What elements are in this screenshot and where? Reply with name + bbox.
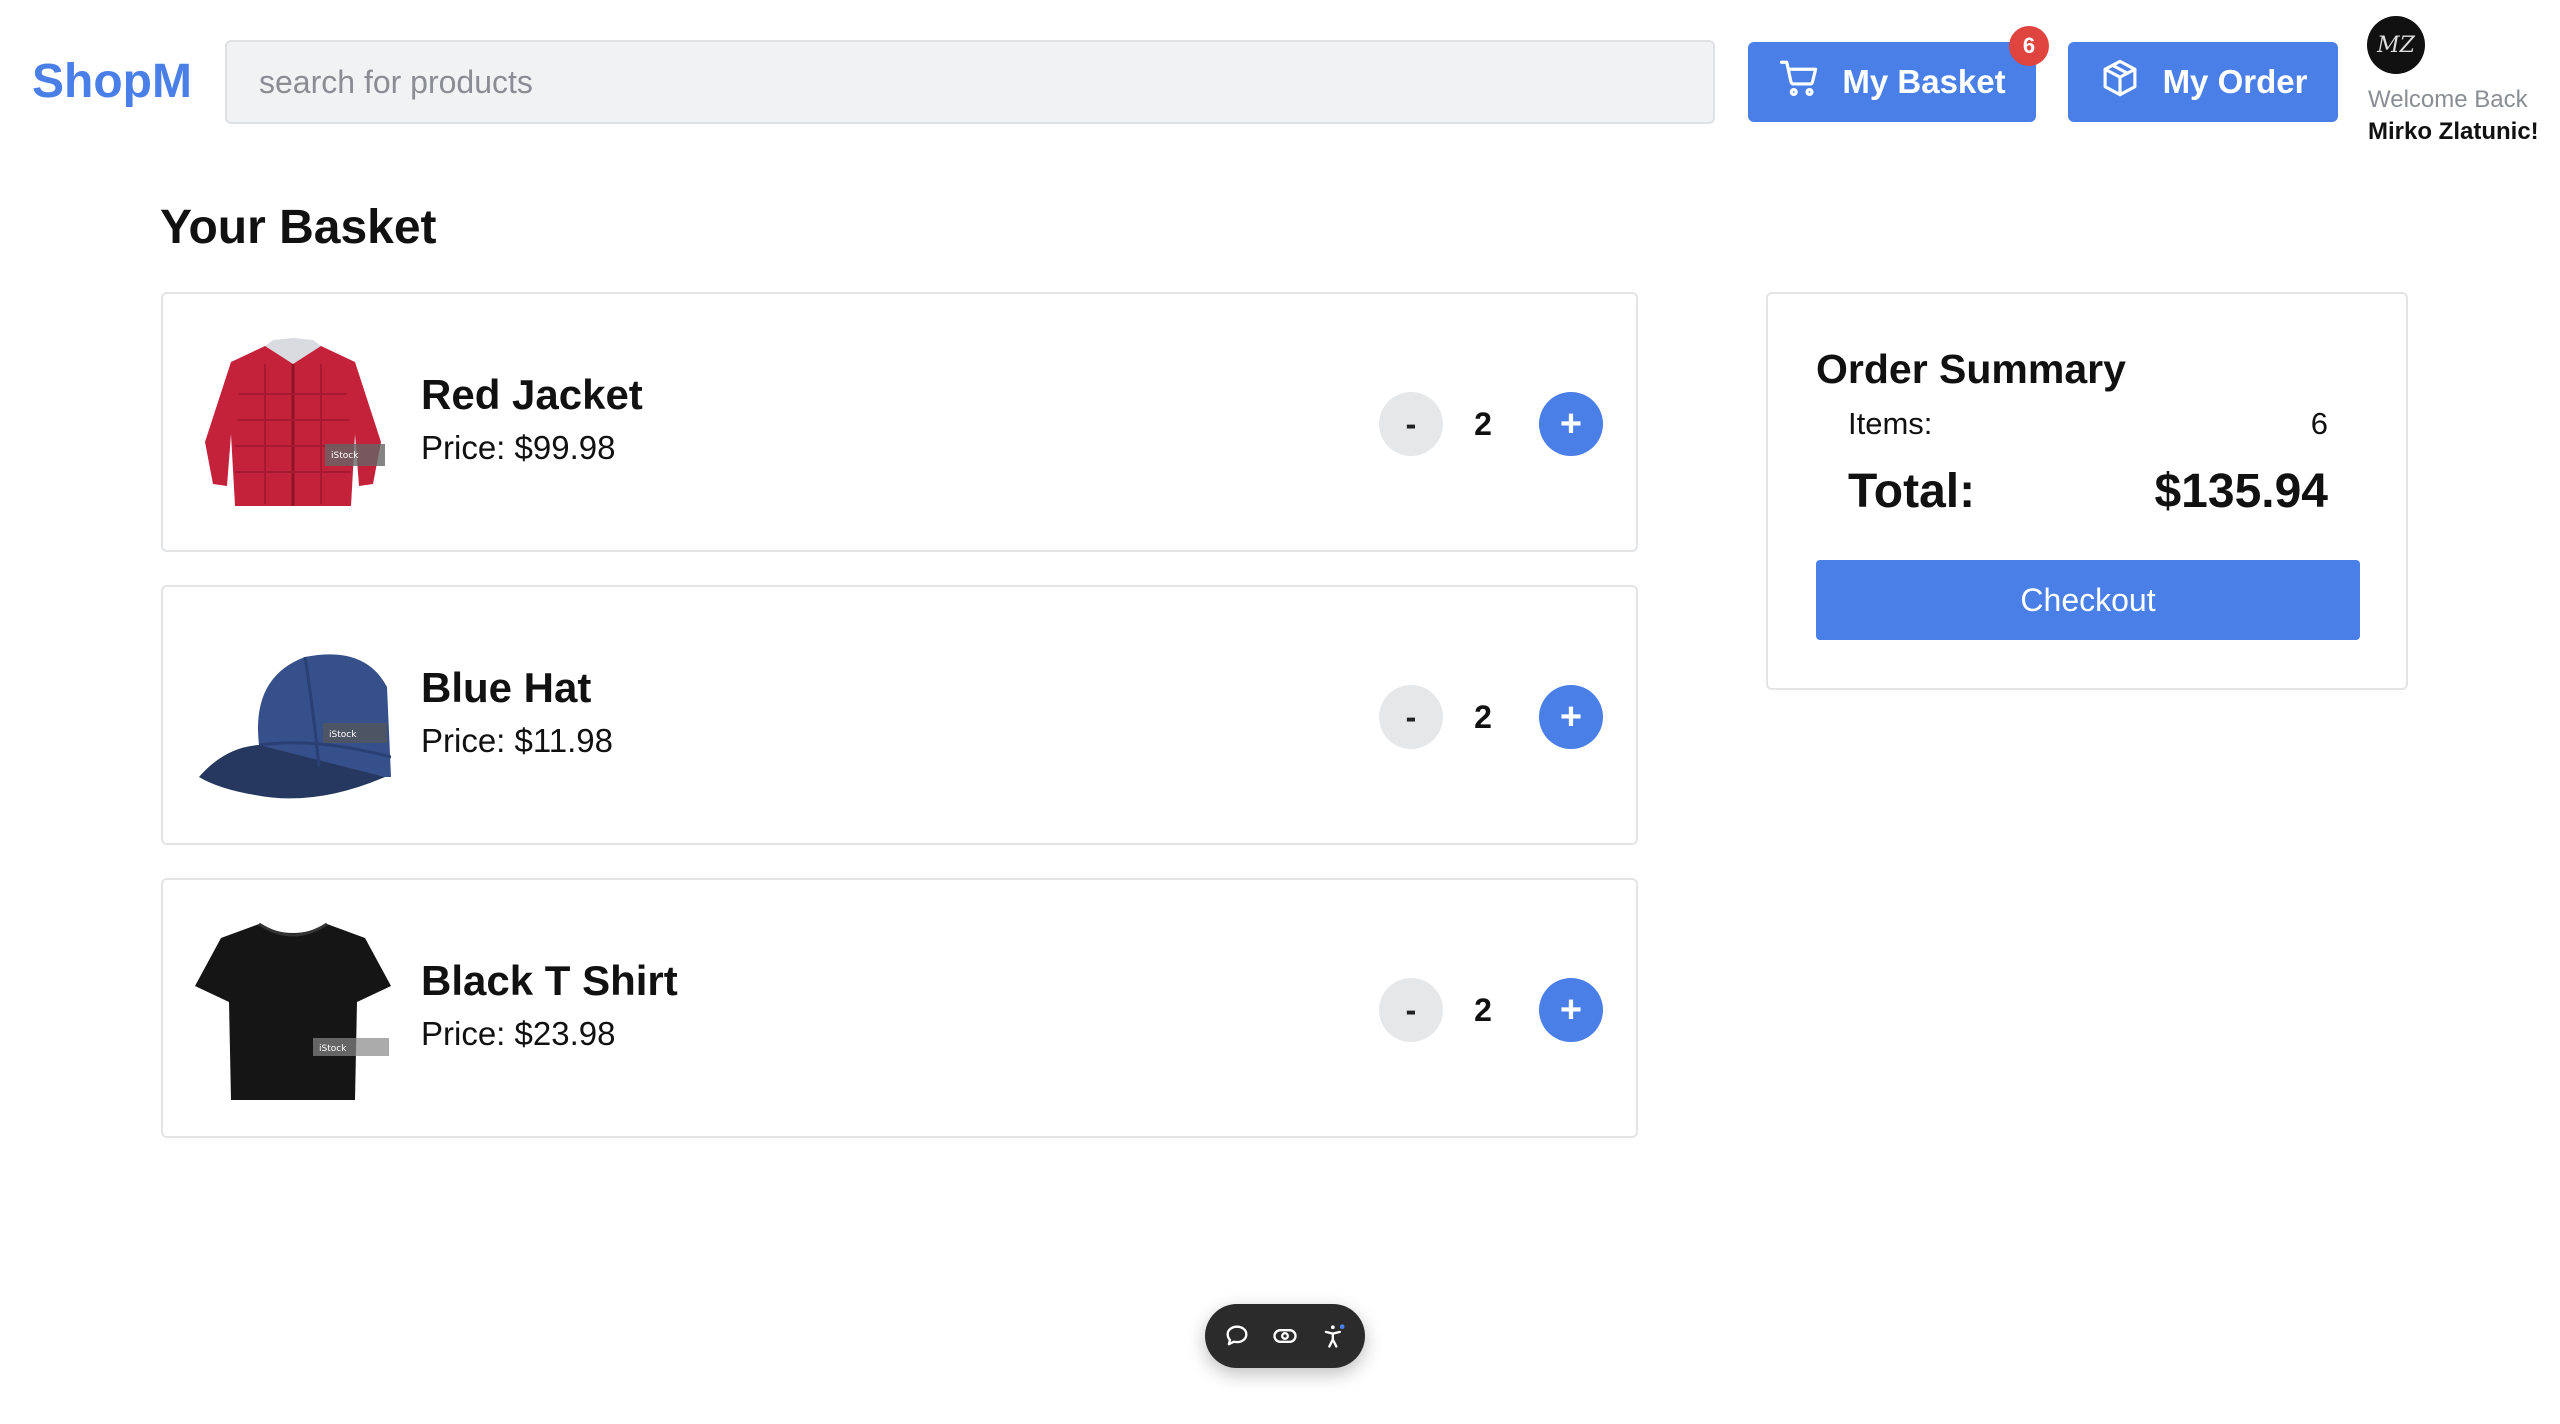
item-price: Price: $11.98 [421,722,614,759]
decrease-quantity-button[interactable]: - [1379,392,1443,456]
increase-quantity-button[interactable]: + [1539,978,1603,1042]
item-name: Red Jacket [421,371,643,418]
item-quantity: 2 [1474,992,1492,1028]
order-summary: Order Summary Items: 6 Total: $135.94 Ch… [1766,292,2408,690]
checkout-button[interactable]: Checkout [1816,560,2360,640]
page-title: Your Basket [160,201,437,254]
item-name: Black T Shirt [421,957,678,1004]
increase-quantity-button[interactable]: + [1539,685,1603,749]
items-count-value: 6 [2310,406,2328,441]
chat-icon[interactable] [1220,1319,1254,1353]
order-summary-title: Order Summary [1816,346,2126,392]
red-jacket-image: iStock [205,338,385,506]
decrease-quantity-button[interactable]: - [1379,685,1443,749]
basket-item: iStock Red Jacket Price: $99.98 - 2 + [161,292,1638,552]
cart-icon [1778,57,1820,107]
blue-hat-image: iStock [199,654,391,799]
item-price: Price: $99.98 [421,429,616,466]
my-order-label: My Order [2162,63,2308,100]
user-name: Mirko Zlatunic! [2368,118,2539,145]
svg-text:iStock: iStock [329,730,357,740]
decrease-quantity-button[interactable]: - [1379,978,1443,1042]
eye-icon[interactable] [1268,1319,1302,1353]
total-label: Total: [1848,465,1976,518]
avatar-initials: MZ [2377,32,2415,58]
basket-item: iStock Black T Shirt Price: $23.98 - 2 + [161,878,1638,1138]
search-input[interactable] [225,40,1715,124]
item-price: Price: $23.98 [421,1015,616,1052]
floating-toolbar [1205,1304,1365,1368]
basket-item: iStock Blue Hat Price: $11.98 - 2 + [161,585,1638,845]
black-tshirt-image: iStock [195,922,391,1100]
header: ShopM My Basket 6 My Order MZ Welcome Ba… [0,0,2560,150]
item-quantity: 2 [1474,699,1492,735]
svg-text:iStock: iStock [319,1044,347,1054]
my-order-button[interactable]: My Order [2068,42,2338,122]
increase-quantity-button[interactable]: + [1539,392,1603,456]
avatar[interactable]: MZ [2367,16,2425,74]
item-quantity: 2 [1474,406,1492,442]
logo[interactable]: ShopM [32,50,192,114]
basket-count-badge: 6 [2009,26,2049,66]
svg-text:iStock: iStock [331,451,359,461]
my-basket-label: My Basket [1842,63,2006,100]
items-count-label: Items: [1848,406,1933,441]
package-icon [2099,57,2141,107]
my-basket-button[interactable]: My Basket [1748,42,2036,122]
accessibility-icon[interactable] [1317,1319,1351,1353]
total-value: $135.94 [2154,465,2328,518]
welcome-text: Welcome Back [2368,86,2528,113]
item-name: Blue Hat [421,664,592,711]
